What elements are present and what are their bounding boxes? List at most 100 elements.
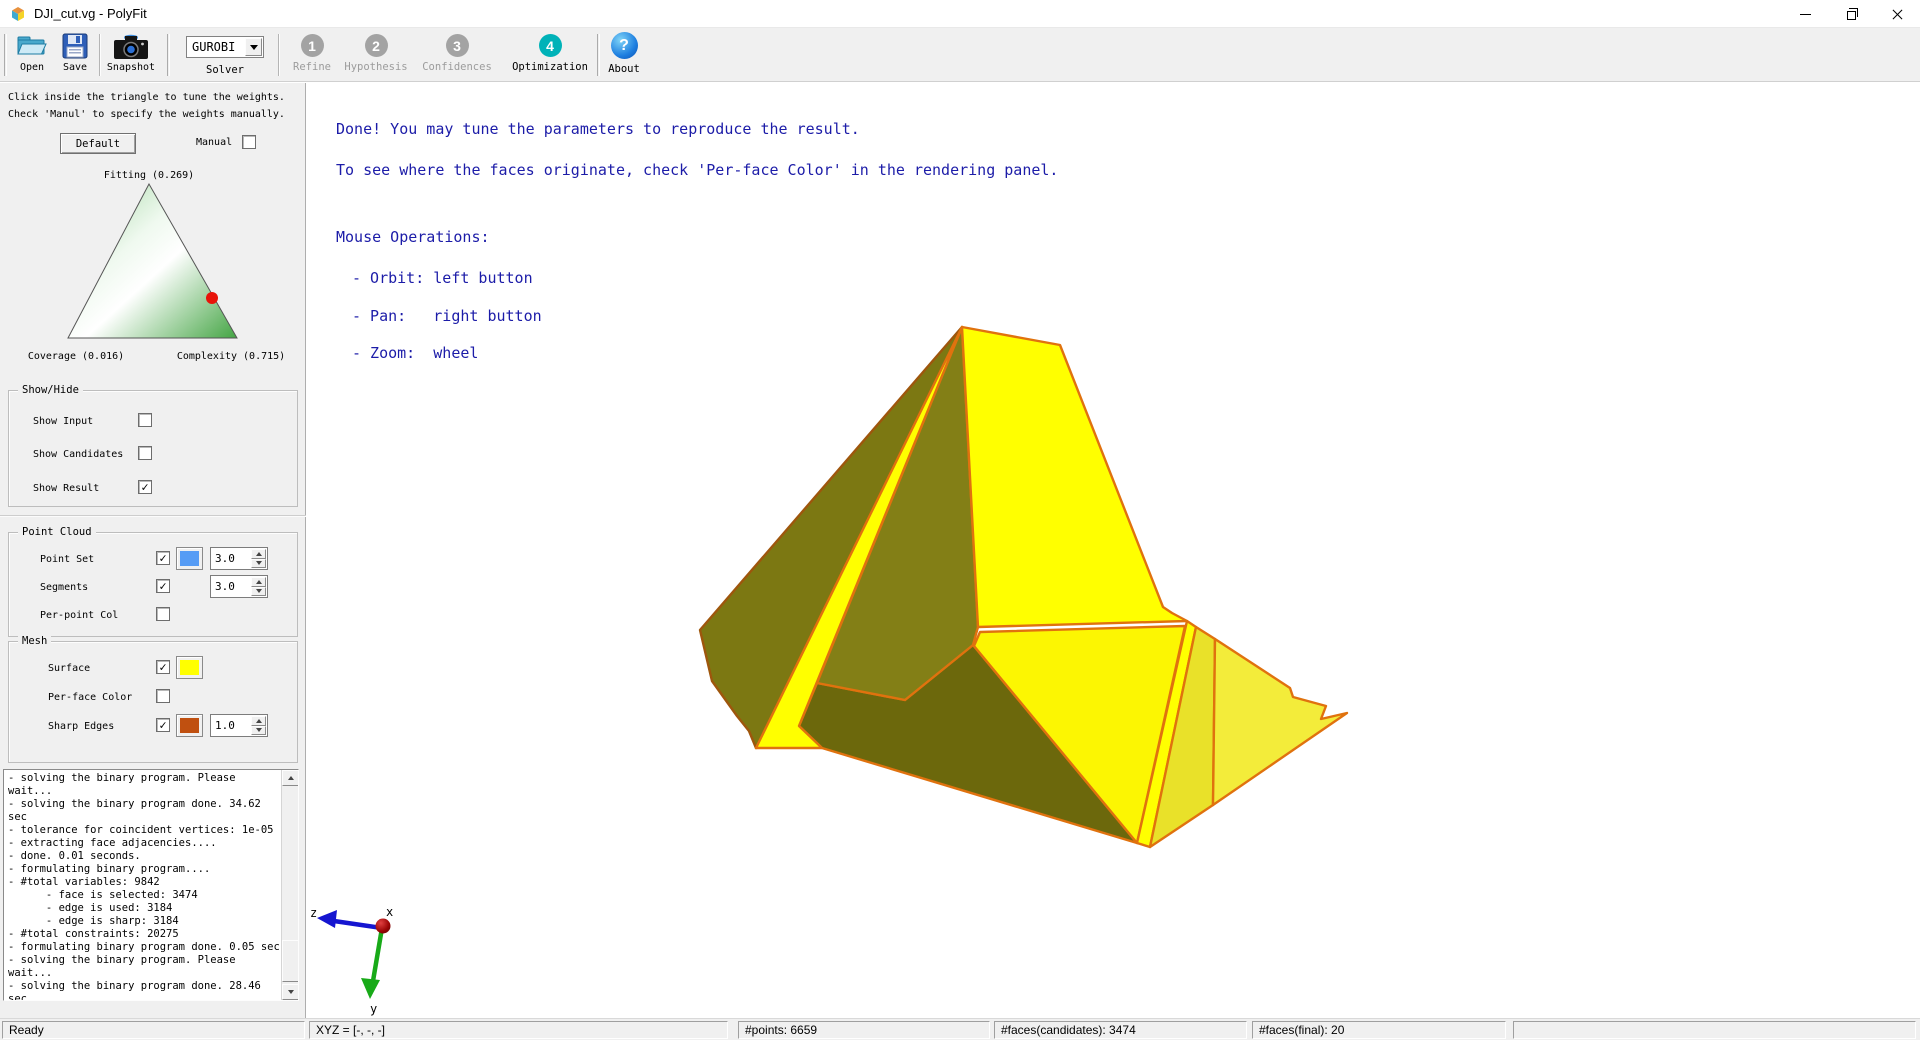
- point-set-color-button[interactable]: [176, 547, 203, 570]
- point-size-spinner[interactable]: 3.0: [210, 547, 268, 570]
- panel-separator: [0, 515, 306, 517]
- log-line: - solving the binary program. Please: [8, 954, 278, 967]
- restore-icon: [1847, 11, 1856, 20]
- 3d-viewport[interactable]: Done! You may tune the parameters to rep…: [307, 83, 1920, 1018]
- toolbar-handle[interactable]: [597, 34, 600, 76]
- triangle-down-icon: [288, 990, 294, 994]
- snapshot-button[interactable]: Snapshot: [104, 31, 158, 73]
- minimize-button[interactable]: [1782, 0, 1828, 28]
- sharp-edges-color-button[interactable]: [176, 714, 203, 737]
- log-line: sec: [8, 993, 278, 1001]
- log-line: - solving the binary program. Please: [8, 772, 278, 785]
- log-line: - done. 0.01 seconds.: [8, 850, 278, 863]
- per-point-color-checkbox[interactable]: [156, 607, 170, 621]
- segments-checkbox[interactable]: ✓: [156, 579, 170, 593]
- log-line: sec: [8, 811, 278, 824]
- triangle-area[interactable]: [68, 184, 237, 338]
- log-line: - formulating binary program....: [8, 863, 278, 876]
- question-mark-icon: ?: [611, 32, 638, 59]
- spin-down-icon[interactable]: [251, 559, 266, 569]
- main-toolbar: Open Save: [0, 28, 1920, 82]
- axis-gizmo: z x y: [310, 905, 393, 1016]
- close-button[interactable]: [1874, 0, 1920, 28]
- result-polyhedron: [700, 327, 1347, 847]
- per-face-color-label: Per-face Color: [48, 692, 132, 703]
- z-axis-arrowhead-icon: [317, 910, 337, 928]
- open-button[interactable]: Open: [10, 31, 54, 73]
- minimize-icon: [1800, 14, 1811, 15]
- log-line: - #total variables: 9842: [8, 876, 278, 889]
- step-confidences-label: Confidences: [422, 61, 492, 73]
- z-axis-arrow: [334, 921, 382, 928]
- surface-checkbox[interactable]: ✓: [156, 660, 170, 674]
- surface-label: Surface: [48, 663, 90, 674]
- surface-color-button[interactable]: [176, 656, 203, 679]
- step-1-icon: 1: [301, 34, 324, 57]
- log-line: - tolerance for coincident vertices: 1e-…: [8, 824, 278, 837]
- spin-up-icon[interactable]: [251, 716, 266, 726]
- point-set-checkbox[interactable]: ✓: [156, 551, 170, 565]
- sharp-edges-checkbox[interactable]: ✓: [156, 718, 170, 732]
- restore-button[interactable]: [1828, 0, 1874, 28]
- step-refine-button[interactable]: 1 Refine: [288, 34, 336, 73]
- triangle-up-icon: [288, 776, 294, 780]
- log-line: - edge is sharp: 3184: [8, 915, 278, 928]
- segment-size-spinner[interactable]: 3.0: [210, 575, 268, 598]
- point-cloud-title: Point Cloud: [18, 526, 96, 538]
- per-face-color-checkbox[interactable]: [156, 689, 170, 703]
- app-icon: [10, 6, 26, 22]
- title-bar: DJI_cut.vg - PolyFit: [0, 0, 1920, 28]
- x-axis-label: x: [386, 905, 393, 919]
- close-icon: [1891, 8, 1904, 21]
- scroll-down-button[interactable]: [282, 984, 299, 1000]
- manual-checkbox[interactable]: [242, 135, 256, 149]
- y-axis-arrow: [373, 928, 382, 981]
- show-result-label: Show Result: [33, 483, 99, 494]
- mesh-face-central: [962, 327, 1187, 627]
- step-hypothesis-button[interactable]: 2 Hypothesis: [346, 34, 406, 73]
- spin-down-icon[interactable]: [251, 587, 266, 597]
- edge-width-spinner[interactable]: 1.0: [210, 714, 268, 737]
- y-axis-arrowhead-icon: [361, 978, 380, 999]
- spin-up-icon[interactable]: [251, 549, 266, 559]
- weight-marker-dot[interactable]: [206, 292, 218, 304]
- scroll-up-button[interactable]: [282, 770, 299, 786]
- toolbar-separator: [99, 34, 101, 76]
- log-line: - edge is used: 3184: [8, 902, 278, 915]
- toolbar-handle[interactable]: [167, 34, 170, 76]
- show-candidates-label: Show Candidates: [33, 449, 123, 460]
- status-empty: [1513, 1021, 1916, 1039]
- show-hide-title: Show/Hide: [18, 384, 83, 396]
- step-2-icon: 2: [365, 34, 388, 57]
- mesh-face-wing-outer: [1213, 639, 1347, 805]
- save-label: Save: [63, 62, 87, 73]
- weights-triangle[interactable]: Fitting (0.269) Coverage (0.016) Complex…: [20, 160, 286, 365]
- control-panel: Click inside the triangle to tune the we…: [0, 83, 306, 1018]
- reconstructed-model-canvas[interactable]: z x y: [307, 83, 1920, 1018]
- log-output[interactable]: - solving the binary program. Please wai…: [3, 769, 299, 1001]
- save-button[interactable]: Save: [54, 31, 96, 73]
- scrollbar-thumb[interactable]: [282, 940, 299, 982]
- solver-select[interactable]: GUROBI: [186, 36, 264, 58]
- toolbar-handle[interactable]: [4, 34, 7, 76]
- show-candidates-checkbox[interactable]: [138, 446, 152, 460]
- combo-dropdown-button[interactable]: [245, 38, 262, 56]
- log-scrollbar[interactable]: [281, 770, 298, 1000]
- point-set-label: Point Set: [40, 554, 94, 565]
- show-input-checkbox[interactable]: [138, 413, 152, 427]
- step-optimization-button[interactable]: 4 Optimization: [514, 34, 586, 73]
- step-3-icon: 3: [446, 34, 469, 57]
- toolbar-separator: [278, 34, 280, 76]
- open-label: Open: [20, 62, 44, 73]
- spin-up-icon[interactable]: [251, 577, 266, 587]
- step-confidences-button[interactable]: 3 Confidences: [424, 34, 490, 73]
- default-button[interactable]: Default: [60, 133, 136, 154]
- log-line: - face is selected: 3474: [8, 889, 278, 902]
- chevron-down-icon: [250, 45, 258, 50]
- about-button[interactable]: ? About: [601, 32, 647, 75]
- open-folder-icon: [17, 31, 47, 61]
- log-line: - solving the binary program done. 34.62: [8, 798, 278, 811]
- show-result-checkbox[interactable]: ✓: [138, 480, 152, 494]
- status-ready: Ready: [2, 1021, 305, 1039]
- spin-down-icon[interactable]: [251, 726, 266, 736]
